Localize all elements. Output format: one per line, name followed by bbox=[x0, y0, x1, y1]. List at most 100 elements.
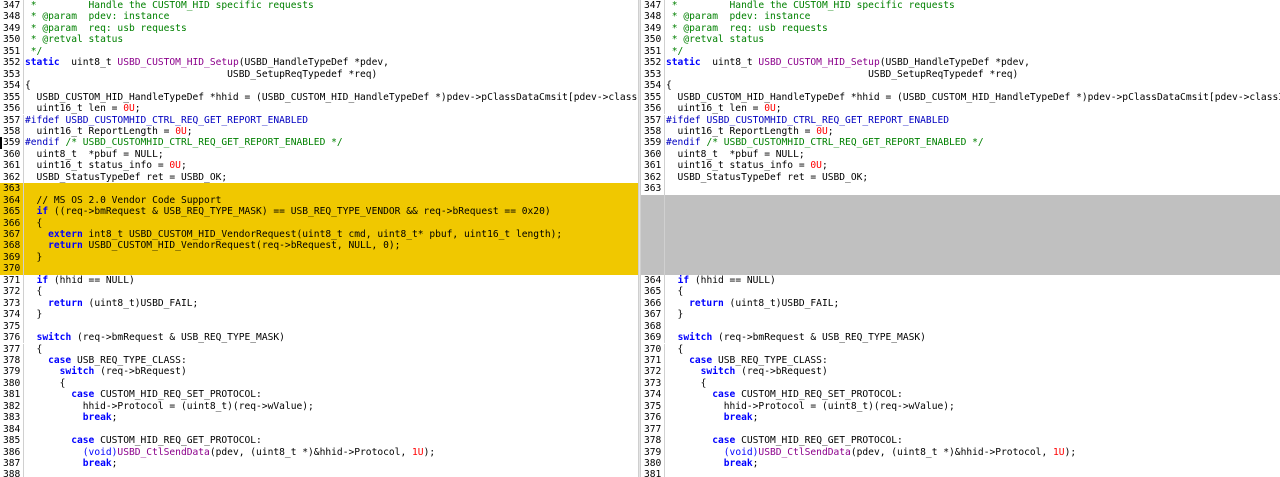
right-code-pane[interactable]: 347 * Handle the CUSTOM_HID specific req… bbox=[641, 0, 1280, 477]
code-line[interactable]: 377 { bbox=[0, 343, 638, 355]
code-line[interactable]: 349 * @param req: usb requests bbox=[0, 22, 638, 35]
code-line[interactable]: 377 bbox=[641, 423, 1280, 436]
code-line[interactable]: 383 break; bbox=[0, 412, 638, 424]
code-token: */ bbox=[25, 45, 43, 57]
code-line[interactable]: 362 USBD_StatusTypeDef ret = USBD_OK; bbox=[0, 171, 638, 184]
diff-placeholder-line[interactable] bbox=[641, 194, 1280, 207]
gutter-divider bbox=[664, 263, 665, 275]
diff-added-line[interactable]: 366 { bbox=[0, 217, 638, 229]
code-line[interactable]: 362 USBD_StatusTypeDef ret = USBD_OK; bbox=[641, 171, 1280, 184]
diff-added-line[interactable]: 364 // MS OS 2.0 Vendor Code Support bbox=[0, 194, 638, 207]
code-line[interactable]: 388 bbox=[0, 469, 638, 477]
code-line[interactable]: 359 #endif /* USBD_CUSTOMHID_CTRL_REQ_GET… bbox=[0, 137, 638, 149]
code-line[interactable]: 378 case CUSTOM_HID_REQ_GET_PROTOCOL: bbox=[641, 435, 1280, 447]
code-line[interactable]: 380 break; bbox=[641, 458, 1280, 470]
code-line[interactable]: 376 break; bbox=[641, 412, 1280, 424]
diff-placeholder-line[interactable] bbox=[641, 240, 1280, 252]
code-line[interactable]: 357 #ifdef USBD_CUSTOMHID_CTRL_REQ_GET_RE… bbox=[641, 114, 1280, 126]
gutter-divider bbox=[23, 412, 24, 424]
code-line[interactable]: 361 uint16_t status_info = 0U; bbox=[0, 160, 638, 172]
code-line[interactable]: 375 bbox=[0, 320, 638, 333]
code-line[interactable]: 360 uint8_t *pbuf = NULL; bbox=[641, 148, 1280, 161]
code-line[interactable]: 376 switch (req->bmRequest & USB_REQ_TYP… bbox=[0, 332, 638, 344]
code-line[interactable]: 373 { bbox=[641, 377, 1280, 390]
code-line[interactable]: 374 } bbox=[0, 309, 638, 321]
code-line[interactable]: 372 { bbox=[0, 286, 638, 298]
code-line[interactable]: 357 #ifdef USBD_CUSTOMHID_CTRL_REQ_GET_RE… bbox=[0, 114, 638, 126]
code-line[interactable]: 351 */ bbox=[641, 45, 1280, 58]
code-line[interactable]: 386 (void)USBD_CtlSendData(pdev, (uint8_… bbox=[0, 446, 638, 458]
code-line[interactable]: 387 break; bbox=[0, 458, 638, 470]
code-line[interactable]: 348 * @param pdev: instance bbox=[641, 11, 1280, 23]
gutter-divider bbox=[23, 240, 24, 252]
diff-placeholder-line[interactable] bbox=[641, 206, 1280, 218]
code-line[interactable]: 382 hhid->Protocol = (uint8_t)(req->wVal… bbox=[0, 400, 638, 413]
code-line[interactable]: 360 uint8_t *pbuf = NULL; bbox=[0, 148, 638, 161]
code-line[interactable]: 353 USBD_SetupReqTypedef *req) bbox=[641, 68, 1280, 81]
diff-added-line[interactable]: 367 extern int8_t USBD_CUSTOM_HID_Vendor… bbox=[0, 229, 638, 241]
code-token: * @param pdev: instance bbox=[25, 11, 170, 23]
code-line[interactable]: 367 } bbox=[641, 309, 1280, 321]
code-line[interactable]: 356 uint16_t len = 0U; bbox=[0, 103, 638, 115]
code-line[interactable]: 363 bbox=[641, 183, 1280, 195]
code-line[interactable]: 374 case CUSTOM_HID_REQ_SET_PROTOCOL: bbox=[641, 389, 1280, 401]
diff-placeholder-line[interactable] bbox=[641, 251, 1280, 264]
line-number: 356 bbox=[3, 103, 21, 115]
code-line[interactable]: 348 * @param pdev: instance bbox=[0, 11, 638, 23]
code-line[interactable]: 355 USBD_CUSTOM_HID_HandleTypeDef *hhid … bbox=[641, 91, 1280, 104]
code-line[interactable]: 381 case CUSTOM_HID_REQ_SET_PROTOCOL: bbox=[0, 389, 638, 401]
code-text: { bbox=[666, 286, 684, 297]
code-line[interactable]: 364 if (hhid == NULL) bbox=[641, 274, 1280, 287]
code-line[interactable]: 347 * Handle the CUSTOM_HID specific req… bbox=[0, 0, 638, 12]
code-line[interactable]: 379 (void)USBD_CtlSendData(pdev, (uint8_… bbox=[641, 446, 1280, 458]
left-code-pane[interactable]: 347 * Handle the CUSTOM_HID specific req… bbox=[0, 0, 638, 477]
line-number: 371 bbox=[3, 274, 21, 286]
diff-placeholder-line[interactable] bbox=[641, 217, 1280, 229]
code-line[interactable]: 356 uint16_t len = 0U; bbox=[641, 103, 1280, 115]
code-line[interactable]: 353 USBD_SetupReqTypedef *req) bbox=[0, 68, 638, 81]
code-line[interactable]: 381 bbox=[641, 469, 1280, 477]
gutter-divider bbox=[23, 148, 24, 161]
code-line[interactable]: 371 if (hhid == NULL) bbox=[0, 274, 638, 287]
code-line[interactable]: 373 return (uint8_t)USBD_FAIL; bbox=[0, 297, 638, 310]
code-line[interactable]: 370 { bbox=[641, 343, 1280, 355]
code-line[interactable]: 349 * @param req: usb requests bbox=[641, 22, 1280, 35]
code-line[interactable]: 368 bbox=[641, 320, 1280, 333]
code-line[interactable]: 378 case USB_REQ_TYPE_CLASS: bbox=[0, 354, 638, 367]
code-line[interactable]: 354 { bbox=[0, 80, 638, 92]
code-line[interactable]: 358 uint16_t ReportLength = 0U; bbox=[641, 125, 1280, 138]
code-line[interactable]: 385 case CUSTOM_HID_REQ_GET_PROTOCOL: bbox=[0, 435, 638, 447]
code-line[interactable]: 358 uint16_t ReportLength = 0U; bbox=[0, 125, 638, 138]
code-line[interactable]: 352 static uint8_t USBD_CUSTOM_HID_Setup(… bbox=[0, 57, 638, 69]
code-line[interactable]: 372 switch (req->bRequest) bbox=[641, 366, 1280, 378]
code-line[interactable]: 347 * Handle the CUSTOM_HID specific req… bbox=[641, 0, 1280, 12]
code-line[interactable]: 359 #endif /* USBD_CUSTOMHID_CTRL_REQ_GET… bbox=[641, 137, 1280, 149]
diff-placeholder-line[interactable] bbox=[641, 229, 1280, 241]
diff-placeholder-line[interactable] bbox=[641, 263, 1280, 275]
code-line[interactable]: 380 { bbox=[0, 377, 638, 390]
code-line[interactable]: 371 case USB_REQ_TYPE_CLASS: bbox=[641, 354, 1280, 367]
diff-added-line[interactable]: 368 return USBD_CUSTOM_HID_VendorRequest… bbox=[0, 240, 638, 252]
line-number: 381 bbox=[3, 389, 21, 401]
diff-added-line[interactable]: 365 if ((req->bmRequest & USB_REQ_TYPE_M… bbox=[0, 206, 638, 218]
code-line[interactable]: 366 return (uint8_t)USBD_FAIL; bbox=[641, 297, 1280, 310]
code-line[interactable]: 365 { bbox=[641, 286, 1280, 298]
code-line[interactable]: 375 hhid->Protocol = (uint8_t)(req->wVal… bbox=[641, 400, 1280, 413]
code-line[interactable]: 379 switch (req->bRequest) bbox=[0, 366, 638, 378]
code-line[interactable]: 350 * @retval status bbox=[641, 34, 1280, 46]
code-line[interactable]: 355 USBD_CUSTOM_HID_HandleTypeDef *hhid … bbox=[0, 91, 638, 104]
code-line[interactable]: 351 */ bbox=[0, 45, 638, 58]
code-line[interactable]: 369 switch (req->bmRequest & USB_REQ_TYP… bbox=[641, 332, 1280, 344]
code-line[interactable]: 361 uint16_t status_info = 0U; bbox=[641, 160, 1280, 172]
code-token: static bbox=[25, 57, 60, 69]
line-number: 362 bbox=[644, 171, 662, 183]
diff-added-line[interactable]: 370 bbox=[0, 263, 638, 275]
gutter-divider bbox=[23, 343, 24, 355]
line-number: 367 bbox=[3, 229, 21, 240]
diff-added-line[interactable]: 369 } bbox=[0, 251, 638, 264]
diff-added-line[interactable]: 363 bbox=[0, 183, 638, 195]
code-line[interactable]: 384 bbox=[0, 423, 638, 436]
code-line[interactable]: 350 * @retval status bbox=[0, 34, 638, 46]
code-line[interactable]: 352 static uint8_t USBD_CUSTOM_HID_Setup(… bbox=[641, 57, 1280, 69]
code-line[interactable]: 354 { bbox=[641, 80, 1280, 92]
